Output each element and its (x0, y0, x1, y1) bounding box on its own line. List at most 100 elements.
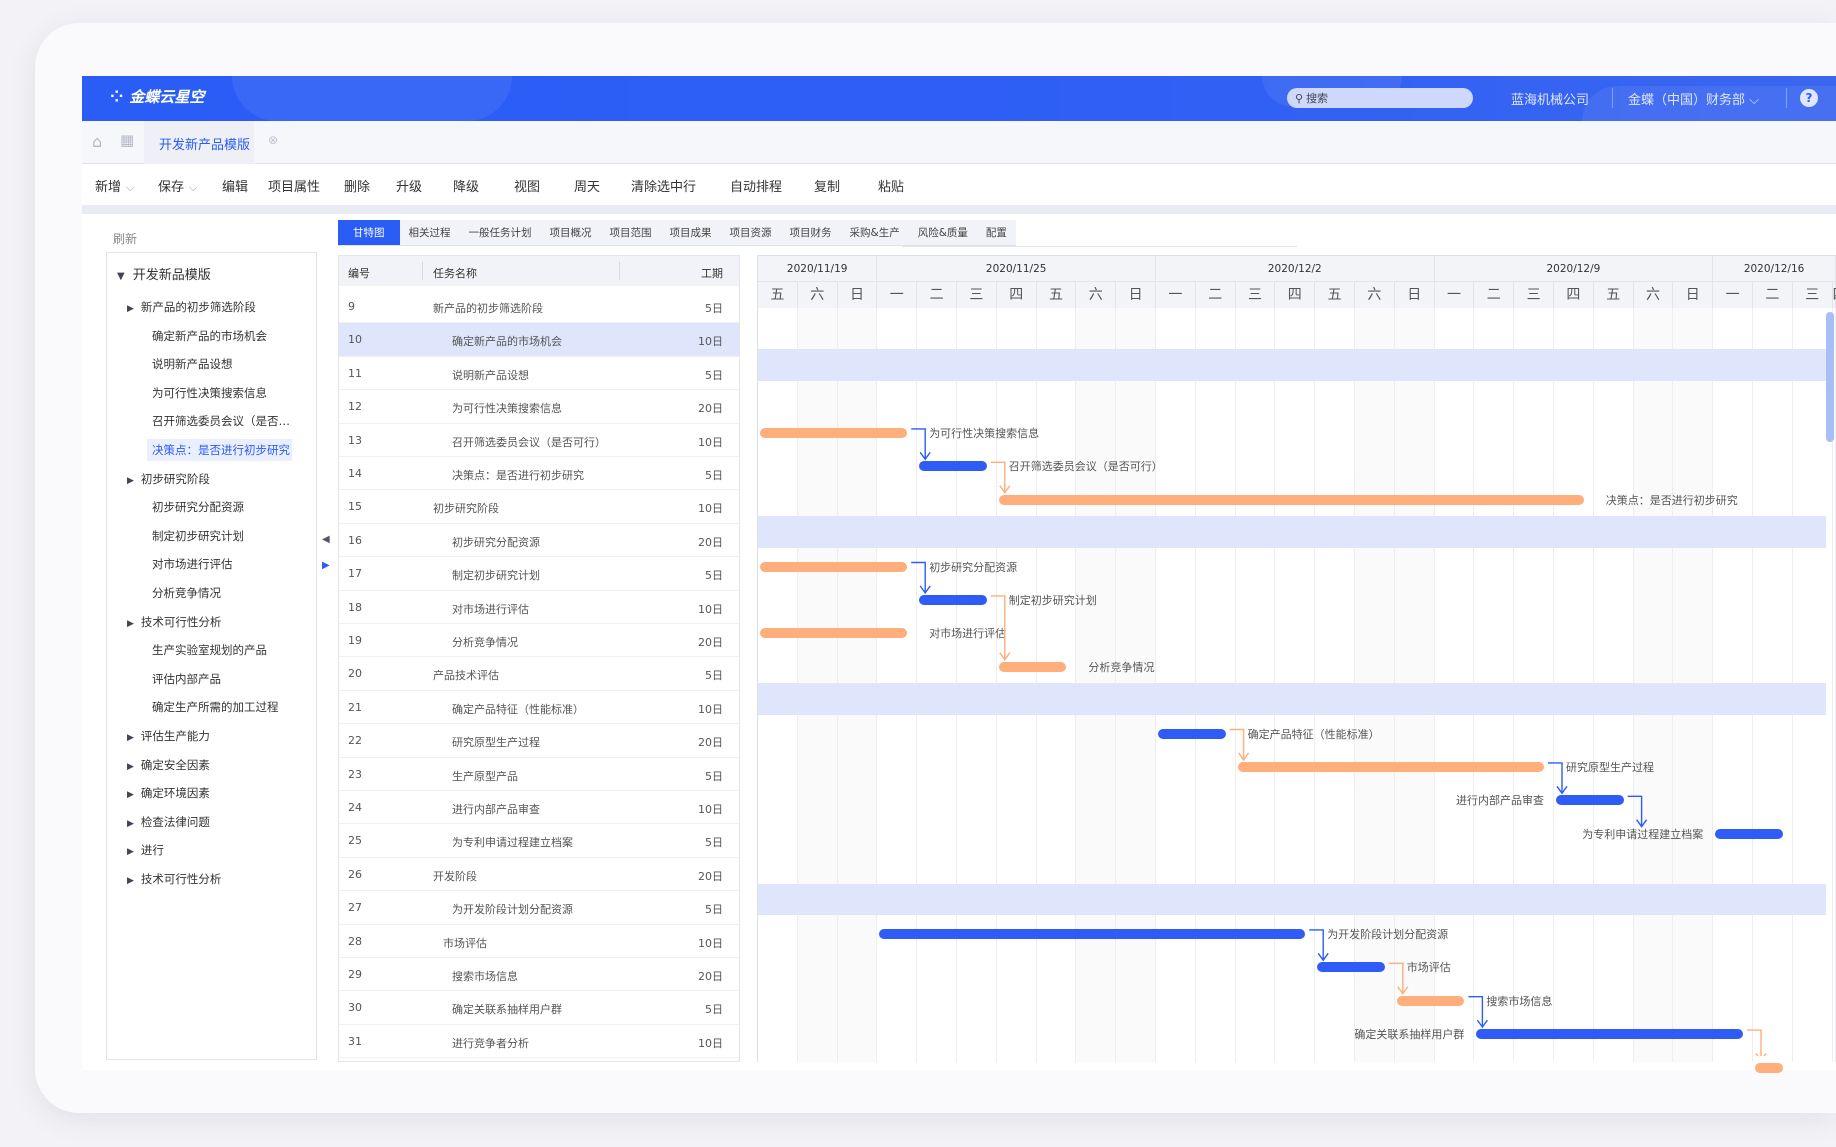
row-name: 初步研究分配资源 (452, 535, 540, 549)
table-row[interactable]: 14 决策点：是否进行初步研究 5日 (339, 457, 739, 491)
column-header-name[interactable]: 任务名称 (433, 265, 477, 281)
toolbar-button[interactable]: 升级 (396, 176, 422, 195)
tab-view-7[interactable]: 项目财务 (781, 220, 841, 245)
toolbar-button[interactable]: 自动排程 (730, 176, 782, 195)
search-input[interactable]: ⚲ 搜索 (1287, 88, 1473, 108)
toolbar-button[interactable]: 粘贴 (878, 176, 904, 195)
tree-item[interactable]: 初步研究分配资源 (152, 499, 244, 515)
toolbar-button[interactable]: 清除选中行 (631, 176, 696, 195)
table-row[interactable]: 29 搜索市场信息 20日 (339, 958, 739, 992)
logo[interactable]: ⁘ 金蝶云星空 (110, 86, 204, 107)
gantt-bar[interactable] (1755, 1062, 1783, 1073)
tab-open-document[interactable]: 开发新产品模版 (144, 121, 254, 164)
table-row[interactable]: 22 研究原型生产过程 20日 (339, 724, 739, 758)
collapse-left-icon[interactable]: ◀ (322, 534, 330, 545)
row-id: 14 (348, 467, 362, 480)
tree-item[interactable]: 说明新产品设想 (152, 356, 233, 372)
table-row[interactable]: 23 生产原型产品 5日 (339, 758, 739, 791)
tree-item[interactable]: 分析竞争情况 (152, 585, 221, 601)
help-button[interactable]: ? (1800, 89, 1818, 107)
table-row[interactable]: 28 市场评估 10日 (339, 925, 739, 958)
column-header-duration[interactable]: 工期 (701, 265, 723, 281)
chevron-down-icon: ⌵ (126, 181, 135, 194)
vertical-scrollbar[interactable] (1826, 312, 1834, 442)
table-row[interactable]: 30 确定关联系抽样用户群 5日 (339, 991, 739, 1025)
tree-item[interactable]: ▶ 技术可行性分析 (127, 614, 221, 630)
toolbar-button[interactable]: 周天 (574, 176, 600, 195)
row-duration: 20日 (698, 636, 723, 649)
tree-item[interactable]: 评估内部产品 (152, 671, 221, 687)
tree-item[interactable]: 召开筛选委员会议（是否… (152, 413, 290, 429)
tree-item[interactable]: 为可行性决策搜索信息 (152, 385, 267, 401)
column-header-id[interactable]: 编号 (348, 265, 370, 281)
table-row[interactable]: 9 新产品的初步筛选阶段 5日 (339, 290, 739, 324)
tab-gantt[interactable]: 甘特图 (338, 220, 400, 245)
table-row[interactable]: 24 进行内部产品审查 10日 (339, 791, 739, 825)
toolbar-button[interactable]: 降级 (453, 176, 479, 195)
tree-item[interactable]: 确定生产所需的加工过程 (152, 699, 279, 715)
home-icon[interactable]: ⌂ (92, 132, 102, 151)
tab-view-3[interactable]: 项目概况 (541, 220, 601, 245)
table-row[interactable]: 27 为开发阶段计划分配资源 5日 (339, 891, 739, 925)
toolbar-button[interactable]: 新增 ⌵ (95, 176, 134, 195)
table-row[interactable]: 21 确定产品特征（性能标准） 10日 (339, 691, 739, 725)
tab-view-1[interactable]: 相关过程 (400, 220, 460, 245)
dependency-arrow (1627, 795, 1648, 828)
refresh-button[interactable]: 刷新 (113, 230, 137, 247)
org-switcher[interactable]: 金蝶（中国）财务部 ⌵ (1628, 89, 1759, 108)
row-duration: 5日 (705, 836, 723, 850)
tab-view-8[interactable]: 采购&生产 (841, 220, 909, 245)
tree-item[interactable]: ▶ 新产品的初步筛选阶段 (127, 299, 256, 315)
tree-item[interactable]: 对市场进行评估 (152, 556, 233, 572)
tree-item[interactable]: 生产实验室规划的产品 (152, 642, 267, 658)
row-id: 21 (348, 700, 362, 714)
tab-view-9[interactable]: 风险&质量 (909, 220, 977, 245)
table-row[interactable]: 16 初步研究分配资源 20日 (339, 524, 739, 558)
tree-item[interactable]: ▶ 进行 (127, 842, 164, 858)
toolbar-button[interactable]: 复制 (814, 176, 840, 195)
toolbar-button[interactable]: 视图 (514, 176, 540, 195)
table-row[interactable]: 18 对市场进行评估 10日 (339, 591, 739, 624)
tree-item[interactable]: ▶ 技术可行性分析 (127, 871, 221, 887)
table-row[interactable]: 17 制定初步研究计划 5日 (339, 557, 739, 591)
expand-right-icon[interactable]: ▶ (322, 560, 330, 571)
table-row[interactable]: 20 产品技术评估 5日 (339, 657, 739, 691)
table-row[interactable]: 31 进行竞争者分析 10日 (339, 1025, 739, 1059)
toolbar-button[interactable]: 编辑 (222, 176, 248, 195)
toolbar-button[interactable]: 删除 (344, 176, 370, 195)
tab-bar: ⌂ ▦ 开发新产品模版 ⊗ (82, 121, 1836, 164)
toolbar-button[interactable]: 保存 ⌵ (158, 176, 197, 195)
tree-item-label: 新产品的初步筛选阶段 (140, 300, 256, 314)
table-row[interactable]: 15 初步研究阶段 10日 (339, 490, 739, 524)
table-row[interactable]: 26 开发阶段 20日 (339, 858, 739, 892)
table-row[interactable]: 25 为专利申请过程建立档案 5日 (339, 824, 739, 858)
toolbar-button[interactable]: 项目属性 (268, 176, 320, 195)
table-row[interactable]: 11 说明新产品设想 5日 (339, 357, 739, 391)
table-row[interactable]: 13 召开筛选委员会议（是否可行） 10日 (339, 424, 739, 457)
company-switcher[interactable]: 蓝海机械公司 (1511, 89, 1589, 108)
dependency-arrow (990, 595, 1011, 661)
tree-item[interactable]: 决策点：是否进行初步研究 (147, 439, 292, 461)
tree-item[interactable]: ▶ 检查法律问题 (127, 814, 210, 830)
tree-item[interactable]: ▶ 确定环境因素 (127, 785, 210, 801)
row-name: 确定产品特征（性能标准） (452, 702, 584, 716)
tab-view-6[interactable]: 项目资源 (721, 220, 781, 245)
tab-view-10[interactable]: 配置 (977, 220, 1016, 245)
tree-item[interactable]: 确定新产品的市场机会 (152, 328, 267, 344)
close-tab-icon[interactable]: ⊗ (268, 133, 278, 147)
apps-grid-icon[interactable]: ▦ (120, 131, 134, 149)
dependency-arrow (1388, 962, 1409, 995)
tree-item[interactable]: ▶ 评估生产能力 (127, 728, 210, 744)
tab-view-4[interactable]: 项目范围 (601, 220, 661, 245)
tree-root[interactable]: ▼ 开发新品模版 (117, 264, 211, 283)
row-duration: 5日 (705, 569, 723, 583)
tab-view-5[interactable]: 项目成果 (661, 220, 721, 245)
tree-item[interactable]: ▶ 确定安全因素 (127, 757, 210, 773)
tree-item[interactable]: ▶ 初步研究阶段 (127, 471, 210, 487)
toolbar-button-label: 删除 (344, 180, 371, 195)
table-row[interactable]: 12 为可行性决策搜索信息 20日 (339, 390, 739, 424)
table-row[interactable]: 10 确定新产品的市场机会 10日 (339, 323, 739, 357)
tree-item[interactable]: 制定初步研究计划 (152, 528, 244, 544)
tab-view-2[interactable]: 一般任务计划 (460, 220, 541, 245)
table-row[interactable]: 19 分析竞争情况 20日 (339, 624, 739, 658)
